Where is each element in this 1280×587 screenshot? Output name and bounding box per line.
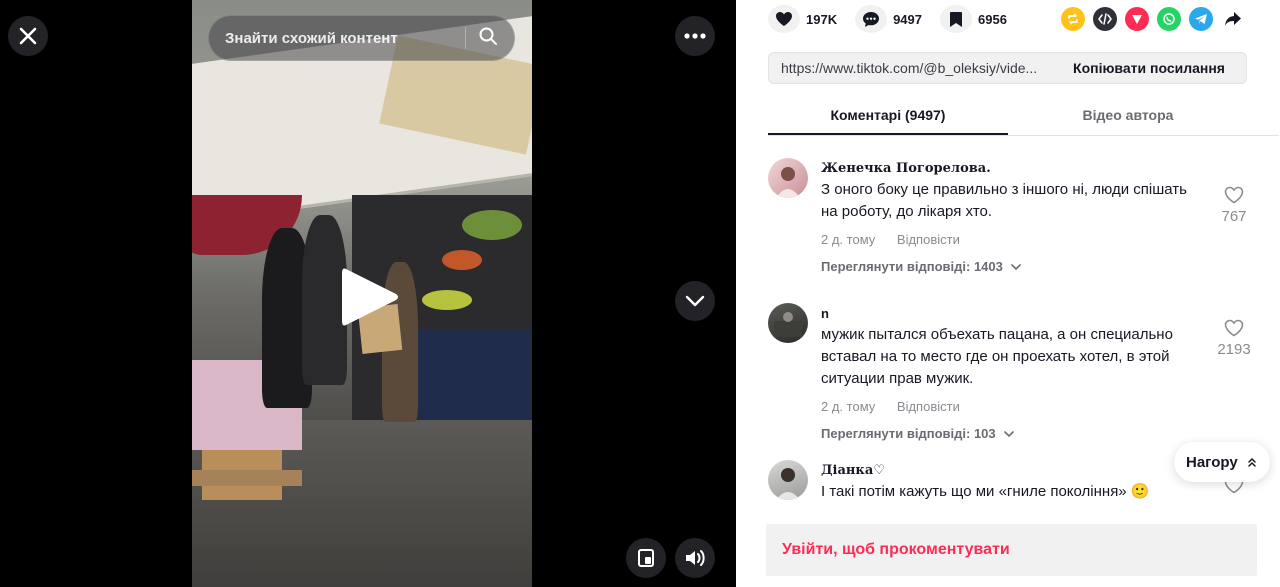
heart-icon[interactable] [768,5,800,33]
more-icon [684,33,706,39]
comment-text: І такі потім кажуть що ми «гниле поколін… [821,483,1150,500]
embed-icon[interactable] [1093,7,1117,31]
save-stat[interactable]: 6956 [940,5,1007,33]
share-arrow-icon[interactable] [1221,7,1245,31]
send-icon[interactable] [1125,7,1149,31]
chevron-down-icon [685,295,705,307]
search-similar-bar[interactable]: Знайти схожий контент [208,15,515,61]
crates [412,330,532,430]
play-icon[interactable] [340,265,400,329]
reply-button[interactable]: Відповісти [897,232,960,247]
close-icon [19,27,37,45]
comment-count: 9497 [893,11,922,27]
speaker-icon [686,550,705,566]
comment-meta: 2 д. тому Відповісти [821,232,1279,247]
chevron-down-icon [1003,430,1014,437]
comment-item: n мужик пытался объехать пацана, а он сп… [768,291,1279,448]
repost-icon[interactable] [1061,7,1085,31]
comment-icon[interactable] [855,5,888,33]
search-input[interactable]: Знайти схожий контент [225,30,465,47]
share-link-box: https://www.tiktok.com/@b_oleksiy/vide..… [768,52,1247,84]
video-player[interactable]: Знайти схожий контент [0,0,736,587]
avatar[interactable] [768,303,808,343]
view-replies-button[interactable]: Переглянути відповіді: 103 [821,426,1279,441]
heart-outline-icon [1224,186,1244,204]
telegram-icon[interactable] [1189,7,1213,31]
comment-like[interactable]: 2193 [1214,319,1254,358]
login-to-comment-button[interactable]: Увійти, щоб прокоментувати [766,524,1257,576]
copy-link-button[interactable]: Копіювати посилання [1052,60,1246,76]
comment-text: мужик пытался объехать пацана, а он спец… [821,326,1173,387]
double-chevron-up-icon [1247,457,1256,467]
volume-button[interactable] [675,538,715,578]
heart-outline-icon [1224,319,1244,337]
table [192,470,302,486]
chevron-down-icon [1011,263,1021,270]
comment-text: З оного боку це правильно з іншого ні, л… [821,181,1187,220]
comment-item: Женечка Погорелова. З оного боку це прав… [768,146,1279,291]
reply-button[interactable]: Відповісти [897,399,960,414]
produce [442,250,482,270]
share-icons [1061,7,1253,31]
pip-icon [638,549,654,567]
divider [465,27,466,49]
produce [462,210,522,240]
whatsapp-icon[interactable] [1157,7,1181,31]
search-icon[interactable] [478,26,498,51]
comment-time: 2 д. тому [821,232,876,247]
comment-like-count: 2193 [1217,341,1251,358]
avatar[interactable] [768,158,808,198]
login-to-comment-label: Увійти, щоб прокоментувати [782,541,1010,558]
comment-like-count: 767 [1221,208,1247,225]
tab-comments[interactable]: Коментарі (9497) [768,96,1008,135]
next-video-button[interactable] [675,281,715,321]
view-replies-button[interactable]: Переглянути відповіді: 1403 [821,259,1279,274]
comment-like[interactable]: 767 [1214,186,1254,225]
view-replies-label: Переглянути відповіді: 103 [821,426,996,441]
panel-tabs: Коментарі (9497) Відео автора [768,96,1279,136]
comment-stat[interactable]: 9497 [855,5,922,33]
more-options-button[interactable] [675,16,715,56]
comment-time: 2 д. тому [821,399,876,414]
comment-author[interactable]: Женечка Погорелова. [821,146,1279,176]
tab-author-videos[interactable]: Відео автора [1008,96,1248,135]
bookmark-icon[interactable] [940,5,972,33]
video-url[interactable]: https://www.tiktok.com/@b_oleksiy/vide..… [769,60,1052,76]
tiktok-video-viewer: Знайти схожий контент 197K 9497 6956 htt… [0,0,1280,587]
view-replies-label: Переглянути відповіді: 1403 [821,259,1003,274]
engagement-stats: 197K 9497 6956 [768,4,1025,34]
comment-meta: 2 д. тому Відповісти [821,399,1279,414]
scroll-to-top-label: Нагору [1186,453,1238,471]
produce [422,290,472,310]
avatar[interactable] [768,460,808,500]
comments-panel: 197K 9497 6956 https://www.tiktok.com/@b… [736,0,1280,587]
like-count: 197K [806,11,838,27]
save-count: 6956 [978,11,1007,27]
picture-in-picture-button[interactable] [626,538,666,578]
scroll-to-top-button[interactable]: Нагору [1174,442,1270,482]
like-stat[interactable]: 197K [768,5,837,33]
comment-author[interactable]: n [821,291,1279,321]
close-button[interactable] [8,16,48,56]
